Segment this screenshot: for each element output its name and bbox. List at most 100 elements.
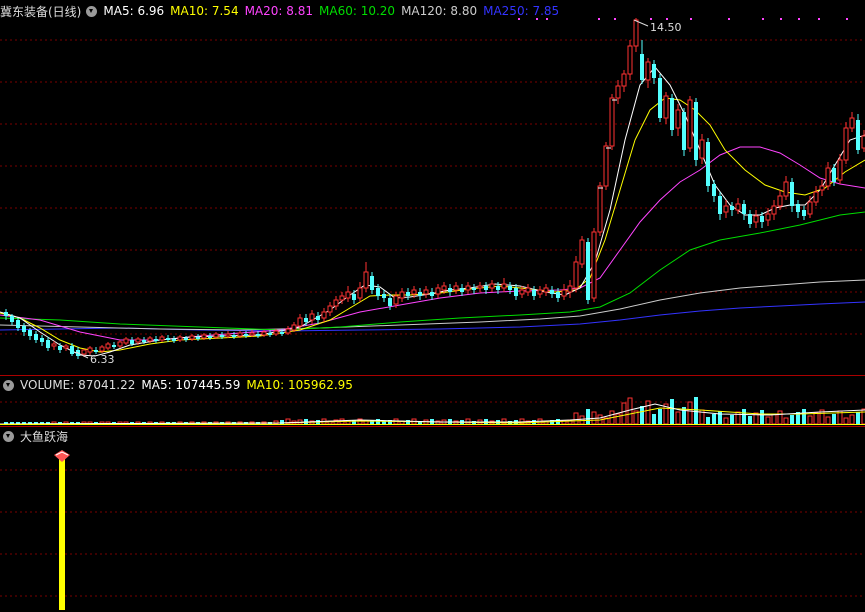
volume-bar bbox=[783, 417, 789, 425]
candle-body bbox=[382, 294, 386, 298]
candle-body bbox=[802, 210, 806, 216]
candle-body bbox=[813, 191, 819, 203]
ma20-label: MA20: 8.81 bbox=[244, 4, 313, 18]
candle-body bbox=[411, 289, 417, 295]
candle-body bbox=[489, 283, 495, 289]
volume-bar bbox=[627, 397, 633, 425]
candle-body bbox=[189, 335, 195, 340]
candle-body bbox=[825, 167, 831, 187]
candle-body bbox=[249, 332, 255, 336]
candle-body bbox=[147, 337, 153, 342]
candle-body bbox=[645, 61, 651, 81]
volume-bar bbox=[742, 409, 746, 424]
candle-body bbox=[376, 288, 380, 296]
candle-body bbox=[670, 98, 674, 130]
volume-bar bbox=[273, 420, 279, 425]
volume-bar bbox=[832, 414, 836, 424]
candle-body bbox=[154, 339, 158, 341]
volume-bar bbox=[765, 416, 771, 425]
volume-bar bbox=[813, 412, 819, 425]
candle-body bbox=[640, 54, 644, 80]
volume-bar bbox=[807, 415, 813, 425]
candle-body bbox=[352, 294, 356, 300]
volume-bar bbox=[706, 417, 710, 424]
indicator-title: 大鱼跃海 bbox=[20, 429, 69, 444]
candle-body bbox=[441, 285, 447, 291]
candle-body bbox=[184, 338, 188, 340]
signal-dots bbox=[518, 18, 848, 20]
price-grid bbox=[0, 39, 865, 597]
candle-body bbox=[225, 333, 231, 337]
volume-value: VOLUME: 87041.22 bbox=[20, 378, 136, 392]
candle-body bbox=[63, 345, 69, 349]
candle-body bbox=[388, 298, 392, 306]
candle-body bbox=[316, 316, 320, 320]
candle-body bbox=[615, 85, 621, 99]
candle-body bbox=[280, 332, 284, 334]
candle-body bbox=[837, 159, 843, 181]
candle-body bbox=[166, 338, 170, 340]
candle-body bbox=[28, 330, 32, 336]
candle-body bbox=[723, 205, 729, 213]
signal-bar bbox=[59, 458, 65, 610]
candle-body bbox=[304, 318, 308, 322]
candle-body bbox=[465, 285, 471, 291]
candle-body bbox=[790, 182, 794, 206]
candle-body bbox=[573, 261, 579, 289]
candle-body bbox=[742, 204, 746, 214]
candle-body bbox=[682, 112, 686, 150]
volume-bar bbox=[687, 401, 693, 425]
kline-chart[interactable]: 14.50 6.33 bbox=[0, 0, 865, 612]
candle-body bbox=[339, 295, 345, 301]
candle-body bbox=[532, 290, 536, 296]
candle-body bbox=[46, 340, 50, 348]
candle-body bbox=[537, 289, 543, 295]
candle-body bbox=[760, 216, 764, 222]
candle-body bbox=[4, 312, 8, 316]
candle-body bbox=[418, 292, 422, 296]
candle-body bbox=[519, 289, 525, 295]
candle-body bbox=[423, 289, 429, 295]
candle-body bbox=[273, 330, 279, 335]
ma250-label: MA250: 7.85 bbox=[483, 4, 560, 18]
candle-body bbox=[357, 287, 363, 299]
candle-body bbox=[735, 203, 741, 211]
volume-bar bbox=[712, 414, 716, 424]
ma120-line bbox=[0, 279, 865, 331]
volume-bar bbox=[621, 402, 627, 425]
ma10-line bbox=[0, 97, 865, 353]
candle-body bbox=[706, 142, 710, 186]
volume-bar bbox=[777, 410, 783, 425]
candle-body bbox=[435, 287, 441, 295]
candle-body bbox=[501, 283, 507, 289]
candle-body bbox=[796, 204, 800, 212]
candle-body bbox=[232, 335, 236, 337]
indicator-toggle-icon[interactable] bbox=[3, 430, 14, 442]
candle-body bbox=[748, 214, 752, 224]
candle-body bbox=[406, 292, 410, 296]
candle-body bbox=[40, 338, 44, 342]
candle-body bbox=[105, 343, 111, 349]
candle-body bbox=[472, 288, 476, 290]
candle-body bbox=[130, 340, 134, 344]
candle-body bbox=[730, 206, 734, 210]
candle-body bbox=[525, 287, 531, 293]
candle-body bbox=[51, 343, 57, 347]
candle-body bbox=[453, 285, 459, 291]
volume-toggle-icon[interactable] bbox=[3, 379, 14, 391]
high-marker: 14.50 bbox=[633, 19, 682, 34]
candle-body bbox=[81, 349, 87, 355]
volume-bar bbox=[670, 399, 674, 424]
indicator-signal bbox=[54, 450, 70, 610]
candle-body bbox=[370, 276, 374, 290]
candle-body bbox=[771, 205, 777, 215]
volume-bar bbox=[640, 406, 644, 424]
candle-body bbox=[586, 242, 590, 300]
volume-bar bbox=[849, 414, 855, 425]
low-price-label: 6.33 bbox=[90, 353, 115, 366]
candle-body bbox=[430, 292, 434, 296]
candle-body bbox=[285, 328, 291, 334]
candle-body bbox=[550, 290, 554, 294]
price-toggle-icon[interactable] bbox=[86, 5, 98, 17]
candle-body bbox=[123, 338, 129, 344]
